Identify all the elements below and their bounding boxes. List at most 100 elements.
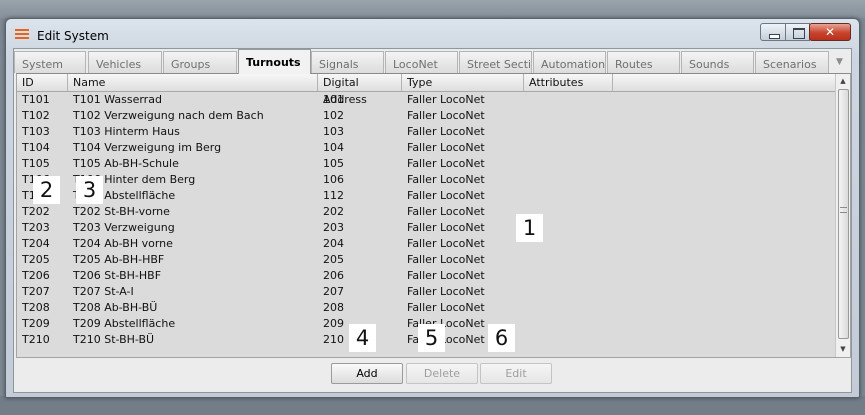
cell-name: T103 Hinterm Haus — [73, 125, 180, 138]
tab-routes[interactable]: Routes — [607, 51, 680, 73]
cell-type: Faller LocoNet — [407, 93, 485, 106]
cell-digital-address: 102 — [323, 109, 344, 122]
tab-signals[interactable]: Signals — [311, 51, 384, 73]
cell-name: T208 Ab-BH-BÜ — [73, 301, 158, 314]
table-row[interactable]: T206 T206 St-BH-HBF 206 Faller LocoNet — [17, 268, 835, 284]
minimize-button[interactable] — [760, 23, 786, 41]
cell-name: T104 Verzweigung im Berg — [73, 141, 222, 154]
app-menu-icon[interactable] — [15, 29, 29, 41]
tab-system[interactable]: System — [14, 51, 86, 73]
table-row[interactable]: T112T112 Abstellfläche112Faller LocoNet — [17, 188, 835, 204]
scroll-down-icon[interactable]: ▼ — [836, 342, 850, 356]
tab-street-sections[interactable]: Street Sectio... — [459, 51, 532, 73]
cell-id: T102 — [22, 109, 50, 122]
scrollbar-thumb[interactable] — [838, 89, 849, 339]
cell-digital-address: 208 — [323, 301, 344, 314]
tab-automations[interactable]: Automations — [533, 51, 606, 73]
cell-digital-address: 101 — [323, 93, 344, 106]
cell-name: T101 Wasserrad — [73, 93, 162, 106]
cell-digital-address: 203 — [323, 221, 344, 234]
column-header-attributes[interactable]: Attributes — [524, 74, 613, 91]
column-header-name[interactable]: Name — [68, 74, 318, 91]
cell-type: Faller LocoNet — [407, 221, 485, 234]
table-row[interactable]: T105 T105 Ab-BH-Schule 105 Faller LocoNet — [17, 156, 835, 172]
cell-name: T207 St-A-I — [73, 285, 134, 298]
cell-type: Faller LocoNet — [407, 253, 485, 266]
cell-type: Faller LocoNet — [407, 141, 485, 154]
tab-strip: System Vehicles Groups Turnouts Signals … — [14, 49, 851, 74]
table-row[interactable]: T203 T203 Verzweigung 203 Faller LocoNet — [17, 220, 835, 236]
tabs-overflow-icon[interactable]: ▼ — [836, 57, 843, 67]
cell-digital-address: 106 — [323, 173, 344, 186]
scrollbar-grip — [840, 207, 847, 213]
tab-vehicles[interactable]: Vehicles — [88, 51, 162, 73]
column-header-id[interactable]: ID — [17, 74, 68, 91]
table-row[interactable]: T103 T103 Hinterm Haus 103 Faller LocoNet — [17, 124, 835, 140]
cell-digital-address: 202 — [323, 205, 344, 218]
turnouts-table[interactable]: ID Name Digital Address Type Attributes … — [16, 73, 851, 358]
table-row[interactable]: T106T106 Hinter dem Berg106Faller LocoNe… — [17, 172, 835, 188]
cell-type: Faller LocoNet — [407, 237, 485, 250]
cell-name: T203 Verzweigung — [73, 221, 175, 234]
delete-button[interactable]: Delete — [406, 363, 478, 384]
cell-type: Faller LocoNet — [407, 205, 485, 218]
cell-name: T102 Verzweigung nach dem Bach — [73, 109, 264, 122]
scroll-up-icon[interactable]: ▲ — [836, 74, 850, 88]
cell-name: T202 St-BH-vorne — [73, 205, 170, 218]
table-row[interactable]: T208 T208 Ab-BH-BÜ 208 Faller LocoNet — [17, 300, 835, 316]
maximize-icon — [793, 28, 805, 39]
cell-digital-address: 112 — [323, 189, 344, 202]
cell-id: T105 — [22, 157, 50, 170]
tab-groups[interactable]: Groups — [163, 51, 237, 73]
cell-id: T206 — [22, 269, 50, 282]
cell-name: T105 Ab-BH-Schule — [73, 157, 179, 170]
table-row[interactable]: T202 T202 St-BH-vorne 202 Faller LocoNet — [17, 204, 835, 220]
tab-sounds[interactable]: Sounds — [681, 51, 754, 73]
cell-type: Faller LocoNet — [407, 125, 485, 138]
cell-id: T203 — [22, 221, 50, 234]
close-icon: ✕ — [824, 25, 836, 39]
tab-turnouts[interactable]: Turnouts — [238, 49, 311, 74]
maximize-button[interactable] — [785, 23, 810, 41]
cell-name: T204 Ab-BH vorne — [73, 237, 173, 250]
table-row[interactable]: T204 T204 Ab-BH vorne 204 Faller LocoNet — [17, 236, 835, 252]
minimize-icon — [769, 34, 780, 39]
cell-id: T204 — [22, 237, 50, 250]
tab-scenarios[interactable]: Scenarios — [755, 51, 829, 73]
tab-loconet[interactable]: LocoNet — [385, 51, 458, 73]
column-header-type[interactable]: Type — [402, 74, 524, 91]
close-button[interactable]: ✕ — [809, 23, 851, 41]
cell-digital-address: 210 — [323, 333, 344, 346]
edit-button[interactable]: Edit — [480, 363, 552, 384]
cell-name: T205 Ab-BH-HBF — [73, 253, 165, 266]
table-row[interactable]: T207 T207 St-A-I 207 Faller LocoNet — [17, 284, 835, 300]
cell-type: Faller LocoNet — [407, 269, 485, 282]
cell-id: T210 — [22, 333, 50, 346]
vertical-scrollbar[interactable]: ▲ ▼ — [835, 74, 850, 357]
table-row[interactable]: T104 T104 Verzweigung im Berg 104 Faller Lo… — [17, 140, 835, 156]
cell-name: T206 St-BH-HBF — [73, 269, 162, 282]
cell-name: T209 Abstellfläche — [73, 317, 176, 330]
button-bar: Add Delete Edit — [14, 358, 851, 392]
desktop-background-top — [0, 0, 865, 18]
cell-digital-address: 204 — [323, 237, 344, 250]
add-button[interactable]: Add — [331, 363, 403, 384]
table-row[interactable]: T205 T205 Ab-BH-HBF 205 Faller LocoNet — [17, 252, 835, 268]
callout-3: 3 — [76, 176, 103, 204]
cell-id: T207 — [22, 285, 50, 298]
table-header: ID Name Digital Address Type Attributes — [17, 74, 835, 106]
cell-digital-address: 206 — [323, 269, 344, 282]
cell-id: T101 — [22, 93, 50, 106]
callout-4: 4 — [349, 324, 376, 352]
callout-6: 6 — [488, 324, 515, 352]
cell-type: Faller LocoNet — [407, 173, 485, 186]
table-row[interactable]: T102 T102 Verzweigung nach dem Bach 102 Fal… — [17, 108, 835, 124]
column-header-digital-address[interactable]: Digital Address — [318, 74, 402, 106]
desktop-background-bottom — [0, 396, 865, 415]
cell-type: Faller LocoNet — [407, 109, 485, 122]
cell-digital-address: 105 — [323, 157, 344, 170]
table-row[interactable]: T101 T101 Wasserrad 101 Faller LocoNet — [17, 92, 835, 108]
title-bar[interactable]: Edit System ✕ — [6, 19, 859, 45]
cell-digital-address: 103 — [323, 125, 344, 138]
cell-digital-address: 207 — [323, 285, 344, 298]
